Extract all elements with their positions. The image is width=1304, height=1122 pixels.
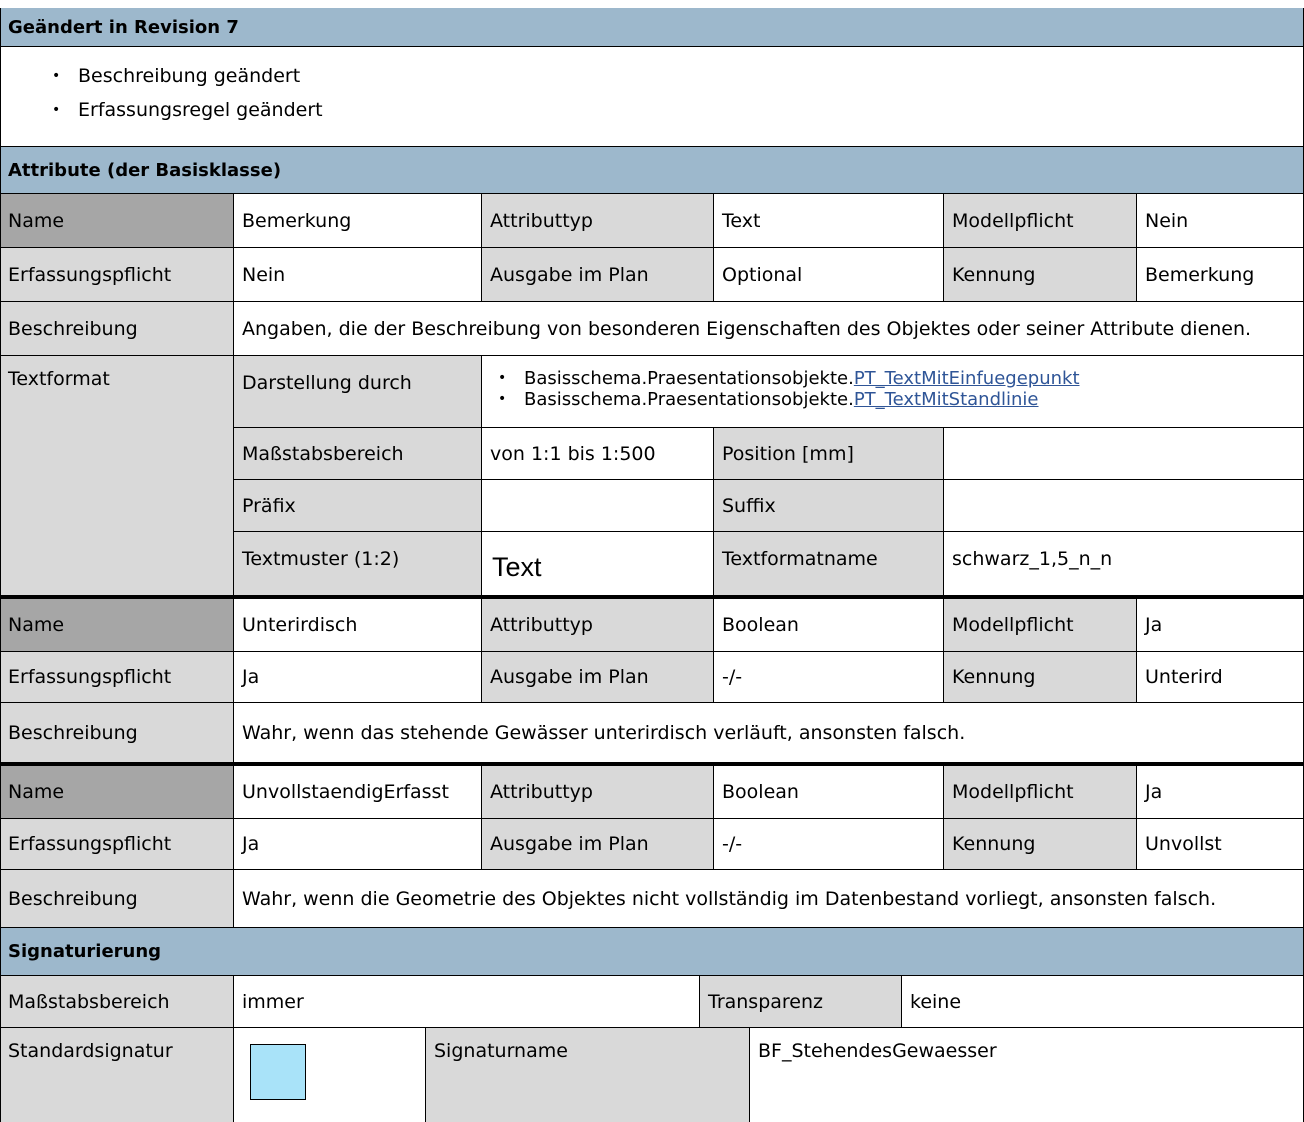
change-list: Beschreibung geändert Erfassungsregel ge… xyxy=(52,59,323,127)
erfassungspflicht-value: Ja xyxy=(234,819,482,870)
beschreibung-label: Beschreibung xyxy=(0,703,234,764)
kennung-label: Kennung xyxy=(944,819,1137,870)
erfassungspflicht-label: Erfassungspflicht xyxy=(0,652,234,703)
name-label: Name xyxy=(0,599,234,652)
kennung-value: Bemerkung xyxy=(1137,248,1304,302)
table-left-border xyxy=(0,8,1,1122)
massstab-value: von 1:1 bis 1:500 xyxy=(482,428,714,480)
ausgabe-value: -/- xyxy=(714,652,944,703)
kennung-label: Kennung xyxy=(944,652,1137,703)
position-value xyxy=(944,428,1304,480)
suffix-value xyxy=(944,480,1304,532)
textmuster-label: Textmuster (1:2) xyxy=(234,532,482,598)
modellpflicht-label: Modellpflicht xyxy=(944,194,1137,248)
attributtyp-label: Attributtyp xyxy=(482,766,714,819)
darstellung-label: Darstellung durch xyxy=(234,356,482,428)
name-value: Bemerkung xyxy=(234,194,482,248)
praefix-label: Präfix xyxy=(234,480,482,532)
ausgabe-value: Optional xyxy=(714,248,944,302)
signaturname-value: BF_StehendesGewaesser xyxy=(750,1028,1304,1122)
modellpflicht-label: Modellpflicht xyxy=(944,766,1137,819)
praefix-value xyxy=(482,480,714,532)
attributtyp-value: Boolean xyxy=(714,599,944,652)
signaturname-label: Signaturname xyxy=(426,1028,750,1122)
link-prefix: Basisschema.Praesentationsobjekte. xyxy=(524,389,854,410)
erfassungspflicht-value: Nein xyxy=(234,248,482,302)
kennung-value: Unterird xyxy=(1137,652,1304,703)
modellpflicht-label: Modellpflicht xyxy=(944,599,1137,652)
link-pt-textmiteinfuegepunkt[interactable]: PT_TextMitEinfuegepunkt xyxy=(854,368,1080,389)
revision-changes: Beschreibung geändert Erfassungsregel ge… xyxy=(0,47,1304,147)
signaturierung-heading-text: Signaturierung xyxy=(8,941,162,962)
revision-heading-text: Geändert in Revision 7 xyxy=(8,16,239,38)
beschreibung-value: Wahr, wenn die Geometrie des Objektes ni… xyxy=(234,870,1304,928)
ausgabe-label: Ausgabe im Plan xyxy=(482,652,714,703)
name-value: Unterirdisch xyxy=(234,599,482,652)
modellpflicht-value: Ja xyxy=(1137,766,1304,819)
revision-heading: Geändert in Revision 7 xyxy=(0,8,1304,47)
attributtyp-value: Text xyxy=(714,194,944,248)
transparenz-label: Transparenz xyxy=(700,976,902,1028)
sig-massstab-label: Maßstabsbereich xyxy=(0,976,234,1028)
transparenz-value: keine xyxy=(902,976,1304,1028)
massstab-label: Maßstabsbereich xyxy=(234,428,482,480)
ausgabe-value: -/- xyxy=(714,819,944,870)
beschreibung-value: Angaben, die der Beschreibung von besond… xyxy=(234,302,1304,356)
darstellung-value: Basisschema.Praesentationsobjekte.PT_Tex… xyxy=(482,356,1304,428)
textformatname-label: Textformatname xyxy=(714,532,944,598)
list-item: Basisschema.Praesentationsobjekte.PT_Tex… xyxy=(498,368,1080,389)
erfassungspflicht-value: Ja xyxy=(234,652,482,703)
suffix-label: Suffix xyxy=(714,480,944,532)
standardsignatur-label: Standardsignatur xyxy=(0,1028,234,1122)
modellpflicht-value: Ja xyxy=(1137,599,1304,652)
kennung-value: Unvollst xyxy=(1137,819,1304,870)
attributtyp-label: Attributtyp xyxy=(482,194,714,248)
attributtyp-value: Boolean xyxy=(714,766,944,819)
attributtyp-label: Attributtyp xyxy=(482,599,714,652)
darstellung-link-list: Basisschema.Praesentationsobjekte.PT_Tex… xyxy=(498,368,1080,410)
position-label: Position [mm] xyxy=(714,428,944,480)
textformat-label: Textformat xyxy=(0,356,234,598)
name-label: Name xyxy=(0,194,234,248)
name-value: UnvollstaendigErfasst xyxy=(234,766,482,819)
attributes-heading: Attribute (der Basisklasse) xyxy=(0,147,1304,194)
kennung-label: Kennung xyxy=(944,248,1137,302)
erfassungspflicht-label: Erfassungspflicht xyxy=(0,819,234,870)
erfassungspflicht-label: Erfassungspflicht xyxy=(0,248,234,302)
signatur-swatch xyxy=(250,1044,306,1100)
signaturierung-heading: Signaturierung xyxy=(0,928,1304,976)
ausgabe-label: Ausgabe im Plan xyxy=(482,819,714,870)
list-item: Erfassungsregel geändert xyxy=(52,93,323,127)
signatur-swatch-cell xyxy=(234,1028,426,1122)
link-prefix: Basisschema.Praesentationsobjekte. xyxy=(524,368,854,389)
list-item: Beschreibung geändert xyxy=(52,59,323,93)
textmuster-sample: Text xyxy=(482,532,714,598)
modellpflicht-value: Nein xyxy=(1137,194,1304,248)
name-label: Name xyxy=(0,766,234,819)
ausgabe-label: Ausgabe im Plan xyxy=(482,248,714,302)
beschreibung-label: Beschreibung xyxy=(0,870,234,928)
beschreibung-value: Wahr, wenn das stehende Gewässer unterir… xyxy=(234,703,1304,764)
link-pt-textmitstandlinie[interactable]: PT_TextMitStandlinie xyxy=(854,389,1039,410)
attributes-heading-text: Attribute (der Basisklasse) xyxy=(8,159,282,181)
beschreibung-label: Beschreibung xyxy=(0,302,234,356)
list-item: Basisschema.Praesentationsobjekte.PT_Tex… xyxy=(498,389,1080,410)
textformatname-value: schwarz_1,5_n_n xyxy=(944,532,1304,598)
sig-massstab-value: immer xyxy=(234,976,700,1028)
